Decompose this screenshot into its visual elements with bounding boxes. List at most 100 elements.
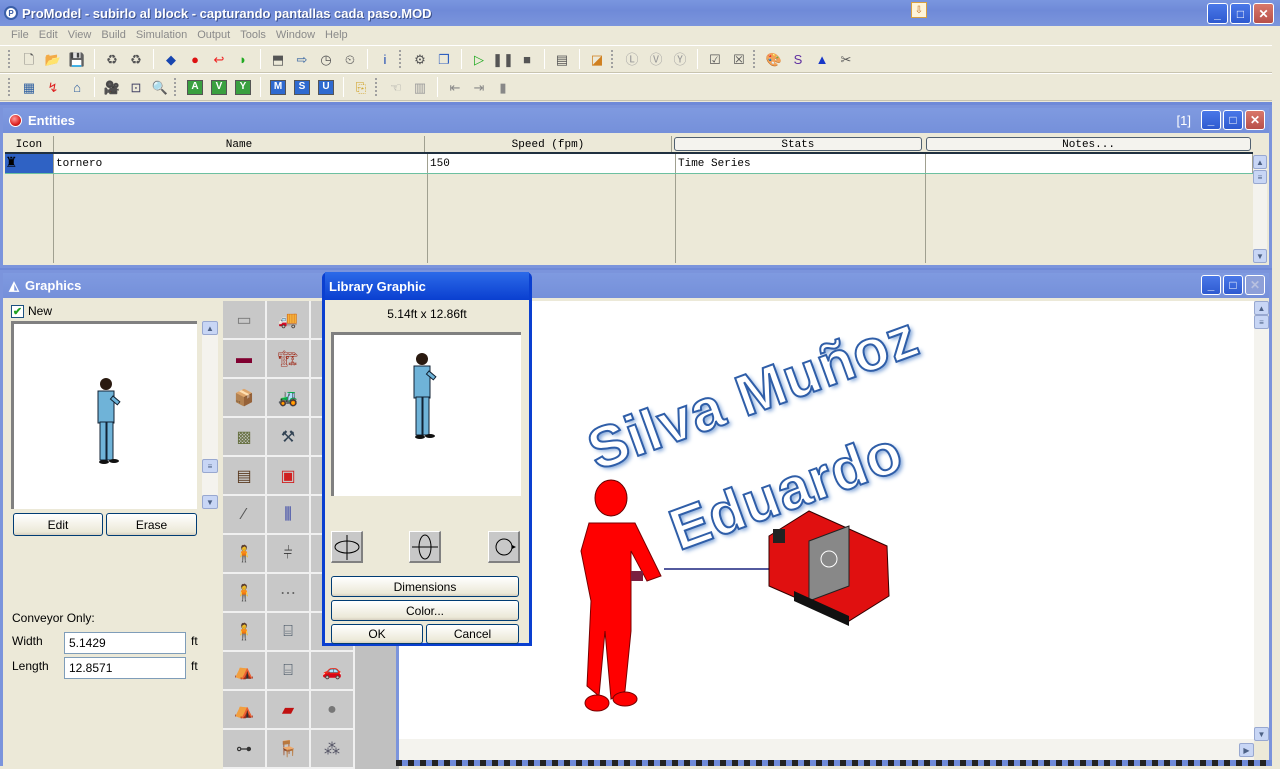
menu-simulation[interactable]: Simulation: [131, 29, 192, 41]
col-notes-button[interactable]: Notes...: [926, 137, 1251, 151]
zoom-window-icon[interactable]: ⊡: [126, 77, 146, 97]
cell-name[interactable]: tornero: [54, 154, 428, 173]
run-icon[interactable]: ▷: [469, 49, 489, 69]
debug-icon[interactable]: ▥: [410, 77, 430, 97]
stat-y-button[interactable]: Y: [233, 77, 253, 97]
cart-icon[interactable]: ⊶: [223, 730, 267, 769]
background-icon[interactable]: ⌂: [67, 77, 87, 97]
rail-icon[interactable]: ⋯: [267, 574, 311, 613]
scroll-thumb[interactable]: ≡: [202, 459, 218, 473]
menu-window[interactable]: Window: [271, 29, 320, 41]
import-icon[interactable]: ⇤: [445, 77, 465, 97]
stat-u-button[interactable]: U: [316, 77, 336, 97]
stat-a-button[interactable]: A: [185, 77, 205, 97]
process-sim-icon[interactable]: S: [788, 49, 808, 69]
scroll-down-icon[interactable]: ▼: [1253, 249, 1267, 263]
path-networks-icon[interactable]: ↩: [209, 49, 229, 69]
new-checkbox[interactable]: ✔: [11, 304, 24, 318]
camera-icon[interactable]: 🎥: [102, 77, 122, 97]
entities-close-button[interactable]: ✕: [1245, 110, 1265, 130]
forklift-icon[interactable]: 🏗: [267, 340, 311, 379]
table-row[interactable]: ♜ tornero 150 Time Series: [5, 154, 1253, 174]
truck-icon[interactable]: 🚚: [267, 301, 311, 340]
export-icon[interactable]: ⇥: [469, 77, 489, 97]
entities-minimize-button[interactable]: _: [1201, 110, 1221, 130]
person-blue-icon[interactable]: 🧍: [223, 613, 267, 652]
drums-icon[interactable]: ⁂: [311, 730, 355, 769]
person-icon[interactable]: 🧍: [223, 574, 267, 613]
color-button[interactable]: Color...: [331, 600, 519, 621]
platform-icon[interactable]: ▭: [223, 301, 267, 340]
grid-icon[interactable]: ▦: [19, 77, 39, 97]
lathe-machine-graphic[interactable]: [768, 510, 890, 626]
layout-minimize-button[interactable]: _: [1201, 275, 1221, 295]
shifts-icon[interactable]: ◷: [316, 49, 336, 69]
erase-button[interactable]: Erase: [106, 513, 197, 536]
sim-options-icon[interactable]: ⚙: [410, 49, 430, 69]
col-stats-button[interactable]: Stats: [673, 137, 923, 151]
menu-help[interactable]: Help: [320, 29, 353, 41]
worker-figure-icon[interactable]: ♜: [5, 154, 54, 173]
entities-scrollbar[interactable]: ▲ ≡ ▼: [1253, 155, 1267, 263]
tools-misc-icon[interactable]: ✂: [836, 49, 856, 69]
rotate-horizontal-button[interactable]: [331, 531, 363, 563]
pipe-icon[interactable]: ⁄: [223, 496, 267, 535]
scenarios-icon[interactable]: ❐: [434, 49, 454, 69]
chair-icon[interactable]: 🪑: [267, 730, 311, 769]
entities-maximize-button[interactable]: □: [1223, 110, 1243, 130]
chart-zoom-icon[interactable]: ☒: [729, 49, 749, 69]
press-machine-icon[interactable]: ⌸: [267, 652, 311, 691]
triangle-icon[interactable]: ▲: [812, 49, 832, 69]
layout-close-button[interactable]: ✕: [1245, 275, 1265, 295]
rotate-z-button[interactable]: [488, 531, 520, 563]
exit-door-icon[interactable]: ⎘: [351, 77, 371, 97]
processing-icon[interactable]: ⬒: [268, 49, 288, 69]
lock-icon[interactable]: ⇩: [911, 2, 927, 18]
stat-v-button[interactable]: V: [209, 77, 229, 97]
menu-file[interactable]: File: [6, 29, 34, 41]
wood-pallet-icon[interactable]: ▤: [223, 457, 267, 496]
magnifier-icon[interactable]: 🔍: [150, 77, 170, 97]
open-file-icon[interactable]: 📂: [43, 49, 63, 69]
graphic-editor-icon[interactable]: 🎨: [764, 49, 784, 69]
scroll-down-icon[interactable]: ▼: [1254, 727, 1269, 741]
col-speed[interactable]: Speed (fpm): [425, 136, 672, 152]
resources-icon[interactable]: ◗: [233, 49, 253, 69]
chart-check-icon[interactable]: ☑: [705, 49, 725, 69]
length-input[interactable]: 12.8571: [64, 657, 186, 679]
stop-icon[interactable]: ■: [517, 49, 537, 69]
cell-notes[interactable]: [926, 154, 1253, 173]
cnc-machine-icon[interactable]: ⌸: [267, 613, 311, 652]
box-icon[interactable]: 📦: [223, 379, 267, 418]
stat-m-button[interactable]: M: [268, 77, 288, 97]
model-package-icon[interactable]: ♻: [126, 49, 146, 69]
edit-button[interactable]: Edit: [13, 513, 103, 536]
arrivals-icon[interactable]: ⇨: [292, 49, 312, 69]
menu-output[interactable]: Output: [192, 29, 235, 41]
minimize-button[interactable]: _: [1207, 3, 1228, 24]
entities-icon[interactable]: ●: [185, 49, 205, 69]
new-file-icon[interactable]: 🗋: [19, 49, 39, 69]
tent-green-icon[interactable]: ⛺: [223, 652, 267, 691]
tent-white-icon[interactable]: ⛺: [223, 691, 267, 730]
box-stack-icon[interactable]: ▩: [223, 418, 267, 457]
layout-vscrollbar[interactable]: ▲ ≡ ▼: [1254, 301, 1269, 741]
rack-icon[interactable]: ⫩: [267, 535, 311, 574]
cancel-button[interactable]: Cancel: [426, 624, 519, 644]
routing-icon[interactable]: ↯: [43, 77, 63, 97]
pallet-red-icon[interactable]: ▬: [223, 340, 267, 379]
output-viewer-icon[interactable]: ◪: [587, 49, 607, 69]
agv-icon[interactable]: ▣: [267, 457, 311, 496]
scroll-thumb[interactable]: ≡: [1254, 315, 1269, 329]
stat-s-button[interactable]: S: [292, 77, 312, 97]
save-icon[interactable]: 💾: [67, 49, 87, 69]
scroll-up-icon[interactable]: ▲: [202, 321, 218, 335]
scroll-up-icon[interactable]: ▲: [1253, 155, 1267, 169]
person-icon[interactable]: 🧍: [223, 535, 267, 574]
stat-fit-y-icon[interactable]: Ⓨ: [670, 49, 690, 69]
stat-fit-l-icon[interactable]: Ⓛ: [622, 49, 642, 69]
scroll-up-icon[interactable]: ▲: [1254, 301, 1269, 315]
col-name[interactable]: Name: [54, 136, 426, 152]
forklift-orange-icon[interactable]: 🚜: [267, 379, 311, 418]
animation-icon[interactable]: ▤: [552, 49, 572, 69]
